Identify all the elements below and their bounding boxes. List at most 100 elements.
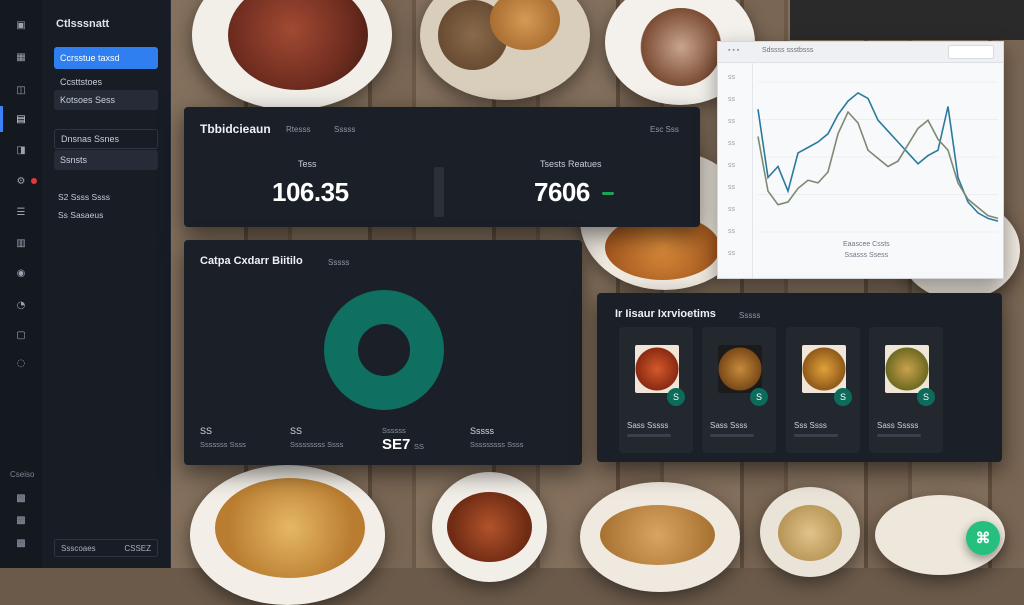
kpi-panel-title: Tbbidcieaun [200, 122, 271, 136]
legend-value-2: SS [290, 426, 303, 436]
kpi-panel-controls[interactable]: Esc Sss [650, 125, 679, 134]
footer-label: Ssscoaes [61, 543, 96, 553]
sidebar-item-2[interactable]: Ccsttstoes [54, 72, 158, 92]
side-label: ss [728, 184, 735, 191]
legend-extra-3: SS [414, 442, 425, 451]
food-thumbnail [635, 345, 679, 393]
card-badge: S [834, 388, 852, 406]
active-indicator [0, 106, 3, 132]
card-label: Sass Ssss [710, 421, 748, 430]
icon-rail: ▣ ▦ ◫ ▤ ◨ ⚙ ☰ ▥ ◉ ◔ ▢ ◌ Cseiso ▩ ▩ ▩ [0, 0, 43, 568]
apps-icon[interactable]: ▩ [13, 491, 29, 505]
side-label: ss [728, 74, 735, 81]
sidebar-footer[interactable]: Ssscoaes CSSEZ [54, 539, 158, 557]
chart-window-toolbar: ▪ ▪ ▪ Sdssss ssstbsss [718, 42, 1003, 63]
recommendation-card[interactable]: S Sass Ssss [702, 327, 776, 453]
pasta-photo [215, 478, 365, 578]
line-chart [757, 81, 999, 233]
chart-window: ▪ ▪ ▪ Sdssss ssstbsss ss ss ss ss ss ss ss ss ss… [717, 41, 1004, 279]
card-progress [710, 434, 754, 437]
sidebar-subitem-2[interactable]: Ss Sasaeus [58, 210, 103, 220]
kpi-panel-meta: Sssss [334, 125, 356, 134]
sidebar-item-4[interactable]: Dnsnas Ssnes [54, 129, 158, 149]
dashboard-icon[interactable]: ◫ [13, 83, 29, 97]
legend-value-3: SE7 [382, 436, 411, 453]
users-icon[interactable]: ◉ [13, 266, 29, 280]
legend-value-1: SS [200, 426, 213, 436]
home-icon[interactable]: ▣ [13, 18, 29, 32]
donut-chart [324, 290, 444, 410]
bell-icon[interactable]: ◔ [13, 298, 29, 312]
donut-panel: Catpa Cxdarr Biitilo Sssss SS Sssssss Ss… [184, 240, 582, 465]
card-progress [877, 434, 921, 437]
app-title: Ctlsssnatt [56, 18, 110, 30]
legend-label-2: Sssssssss Ssss [290, 440, 344, 449]
card-progress [794, 434, 838, 437]
sidebar-subitem-1[interactable]: S2 Ssss Ssss [58, 192, 110, 202]
chart-icon[interactable]: ▥ [13, 236, 29, 250]
list-icon[interactable]: ☰ [13, 205, 29, 219]
card-label: Sass Sssss [877, 421, 919, 430]
chart-window-toolbar-text: Sdssss ssstbsss [762, 47, 814, 54]
recommendation-card[interactable]: S Sass Sssss [869, 327, 943, 453]
side-label: ss [728, 228, 735, 235]
side-label: ss [728, 96, 735, 103]
report-icon[interactable]: ▤ [13, 112, 29, 126]
rail-label: Cseiso [10, 470, 35, 479]
donut-panel-meta: Sssss [328, 258, 350, 267]
sidebar-item-5[interactable]: Ssnsts [54, 150, 158, 170]
kpi-value-1: 106.35 [272, 177, 349, 207]
alert-icon[interactable]: ◨ [13, 143, 29, 157]
folder-icon[interactable]: ▢ [13, 328, 29, 342]
side-label: ss [728, 140, 735, 147]
kpi-panel: Tbbidcieaun Rtesss Sssss Esc Sss Tess 10… [184, 107, 700, 227]
legend-value-4: Sssss [470, 426, 495, 436]
card-label: Sss Ssss [794, 421, 827, 430]
side-label: ss [728, 206, 735, 213]
legend-label-4: Sssssssss Ssss [470, 440, 524, 449]
sidebar: Ctlsssnatt Ccrsstue taxsd Ccsttstoes Kot… [42, 0, 171, 568]
chart-caption-2: Ssasss Ssess [844, 252, 889, 259]
kpi-label-2: Tsests Reatues [540, 159, 602, 169]
kpi-value-2: 7606 [534, 177, 590, 207]
trend-indicator [602, 192, 614, 195]
card-badge: S [750, 388, 768, 406]
legend-label-1: Sssssss Ssss [200, 440, 246, 449]
help-icon[interactable]: ◌ [13, 356, 29, 370]
layout-icon[interactable]: ▩ [13, 536, 29, 550]
window-controls-icon[interactable]: ▪ ▪ ▪ [728, 47, 739, 54]
grid-icon[interactable]: ▦ [13, 50, 29, 64]
chart-window-search[interactable] [948, 45, 994, 59]
card-badge: S [667, 388, 685, 406]
chart-caption-1: Eaascee Cssts [843, 241, 890, 248]
food-photo [778, 505, 842, 561]
dark-object-photo [790, 0, 1024, 40]
kpi-label-1: Tess [298, 159, 317, 169]
chat-icon: ⌘ [975, 530, 991, 547]
settings-icon[interactable]: ⚙ [13, 174, 29, 188]
recommendation-card[interactable]: S Sss Ssss [786, 327, 860, 453]
chart-window-sidebar: ss ss ss ss ss ss ss ss ss [718, 62, 753, 278]
chart-caption: Eaascee Cssts Ssasss Ssess [843, 239, 890, 261]
food-thumbnail [885, 345, 929, 393]
donut-panel-title: Catpa Cxdarr Biitilo [200, 255, 303, 267]
legend-label-3: Ssssss [382, 426, 406, 435]
donut-hole [360, 326, 408, 374]
side-label: ss [728, 250, 735, 257]
sidebar-item-3[interactable]: Kotsoes Sess [54, 90, 158, 110]
sidebar-item-primary[interactable]: Ccrsstue taxsd [54, 47, 158, 69]
chat-button[interactable]: ⌘ [966, 521, 1000, 555]
recommendations-title: Ir Iisaur Ixrvioetims [615, 308, 716, 320]
kpi-panel-title-suffix: Rtesss [286, 125, 311, 134]
footer-meta: CSSEZ [124, 543, 151, 553]
card-progress [627, 434, 671, 437]
card-badge: S [917, 388, 935, 406]
grid-alt-icon[interactable]: ▩ [13, 513, 29, 527]
notification-dot [31, 178, 37, 184]
coffee-photo [640, 8, 722, 86]
food-thumbnail [802, 345, 846, 393]
recommendation-card[interactable]: S Sass Sssss [619, 327, 693, 453]
card-label: Sass Sssss [627, 421, 669, 430]
food-thumbnail [718, 345, 762, 393]
side-label: ss [728, 162, 735, 169]
